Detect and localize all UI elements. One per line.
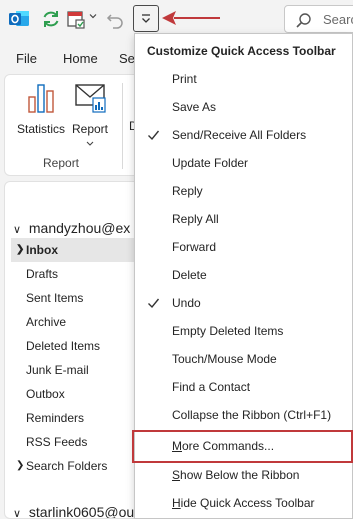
- folder-label: Junk E-mail: [26, 363, 89, 377]
- chevron-down-icon: [86, 141, 94, 146]
- checkmark-icon: [148, 130, 160, 141]
- menu-item-touch-mouse-mode[interactable]: Touch/Mouse Mode: [135, 345, 352, 373]
- menu-item-label: Find a Contact: [172, 380, 251, 394]
- customize-qat-button[interactable]: [133, 5, 159, 32]
- menu-item-hide-qat[interactable]: Hide Quick Access Toolbar: [135, 489, 352, 517]
- menu-item-save-as[interactable]: Save As: [135, 93, 352, 121]
- chevron-down-icon: ∨: [13, 508, 22, 519]
- menu-item-label: Hide Quick Access Toolbar: [172, 496, 315, 510]
- search-box[interactable]: Search: [284, 5, 353, 33]
- menu-item-label: Forward: [172, 240, 217, 254]
- checkmark-icon: [148, 298, 160, 309]
- envelope-icon: [75, 84, 106, 113]
- folder-search-folders[interactable]: ❯ Search Folders: [11, 454, 141, 478]
- chevron-right-icon: ❯: [16, 244, 25, 255]
- group-divider: [122, 83, 123, 169]
- folder-label: Archive: [26, 315, 67, 329]
- menu-item-label: Save As: [172, 100, 217, 114]
- chevron-right-icon: ❯: [16, 460, 25, 471]
- folder-rss-feeds[interactable]: RSS Feeds: [11, 430, 141, 454]
- menu-item-forward[interactable]: Forward: [135, 233, 352, 261]
- folder-label: Drafts: [26, 267, 59, 281]
- folder-sent-items[interactable]: Sent Items: [11, 286, 141, 310]
- menu-item-label: Collapse the Ribbon (Ctrl+F1): [172, 408, 332, 422]
- menu-item-reply[interactable]: Reply: [135, 177, 352, 205]
- folder-deleted-items[interactable]: Deleted Items: [11, 334, 141, 358]
- menu-item-label: Send/Receive All Folders: [172, 128, 307, 142]
- menu-item-label: Reply All: [172, 212, 219, 226]
- menu-item-reply-all[interactable]: Reply All: [135, 205, 352, 233]
- menu-item-label: Touch/Mouse Mode: [172, 352, 277, 366]
- folder-label: Sent Items: [26, 291, 84, 305]
- report-button[interactable]: Report: [69, 79, 111, 150]
- menu-item-empty-deleted-items[interactable]: Empty Deleted Items: [135, 317, 352, 345]
- customize-dropdown-icon: [142, 14, 150, 23]
- bar-chart-icon: [28, 84, 54, 113]
- folder-outbox[interactable]: Outbox: [11, 382, 141, 406]
- undo-icon[interactable]: [106, 8, 124, 30]
- menu-item-update-folder[interactable]: Update Folder: [135, 149, 352, 177]
- menu-item-label: Empty Deleted Items: [172, 324, 284, 338]
- folder-label: Outbox: [26, 387, 65, 401]
- folder-label: Search Folders: [26, 459, 108, 473]
- folder-drafts[interactable]: Drafts: [11, 262, 141, 286]
- annotation-arrow-icon: [162, 11, 220, 25]
- menu-title: Customize Quick Access Toolbar: [147, 44, 336, 58]
- menu-item-collapse-ribbon[interactable]: Collapse the Ribbon (Ctrl+F1): [135, 401, 352, 429]
- outlook-app-icon[interactable]: [8, 8, 30, 30]
- send-receive-sync-icon[interactable]: [40, 8, 62, 30]
- menu-item-show-below-ribbon[interactable]: Show Below the Ribbon: [135, 461, 352, 489]
- chevron-down-icon[interactable]: [89, 12, 97, 20]
- folder-label: Deleted Items: [26, 339, 101, 353]
- chevron-down-icon: ∨: [13, 224, 22, 236]
- menu-item-label: Undo: [172, 296, 201, 310]
- customize-qat-menu: Customize Quick Access Toolbar Print Sav…: [132, 33, 353, 519]
- menu-item-send-receive-all[interactable]: Send/Receive All Folders: [135, 121, 352, 149]
- report-group-label: Report: [43, 156, 80, 170]
- folder-junk-email[interactable]: Junk E-mail: [11, 358, 141, 382]
- menu-item-print[interactable]: Print: [135, 65, 352, 93]
- menu-item-label: Update Folder: [172, 156, 249, 170]
- folder-archive[interactable]: Archive: [11, 310, 141, 334]
- tab-home[interactable]: Home: [63, 51, 98, 66]
- folder-label: Inbox: [26, 243, 58, 257]
- tab-file[interactable]: File: [16, 51, 37, 66]
- statistics-button[interactable]: Statistics: [13, 79, 69, 136]
- menu-item-find-a-contact[interactable]: Find a Contact: [135, 373, 352, 401]
- menu-item-label: Reply: [172, 184, 203, 198]
- send-receive-groups-icon[interactable]: [66, 8, 86, 30]
- menu-item-label: Delete: [172, 268, 207, 282]
- folder-label: RSS Feeds: [26, 435, 88, 449]
- statistics-label: Statistics: [16, 122, 65, 136]
- menu-item-label: Show Below the Ribbon: [172, 468, 300, 482]
- tab-send-receive[interactable]: Se: [119, 51, 135, 66]
- search-icon: [296, 13, 311, 28]
- folder-label: Reminders: [26, 411, 85, 425]
- folder-inbox[interactable]: ❯ Inbox: [11, 238, 141, 262]
- menu-item-delete[interactable]: Delete: [135, 261, 352, 289]
- account-name: mandyzhou@ex: [28, 220, 131, 236]
- search-placeholder: Search: [323, 12, 353, 27]
- menu-item-label: Print: [172, 72, 197, 86]
- account-mandyzhou[interactable]: ∨ mandyzhou@ex: [13, 220, 130, 236]
- menu-item-more-commands[interactable]: More Commands...: [132, 430, 353, 463]
- folder-reminders[interactable]: Reminders: [11, 406, 141, 430]
- menu-item-label: More Commands...: [172, 439, 275, 453]
- menu-item-undo[interactable]: Undo: [135, 289, 352, 317]
- report-label: Report: [71, 122, 109, 136]
